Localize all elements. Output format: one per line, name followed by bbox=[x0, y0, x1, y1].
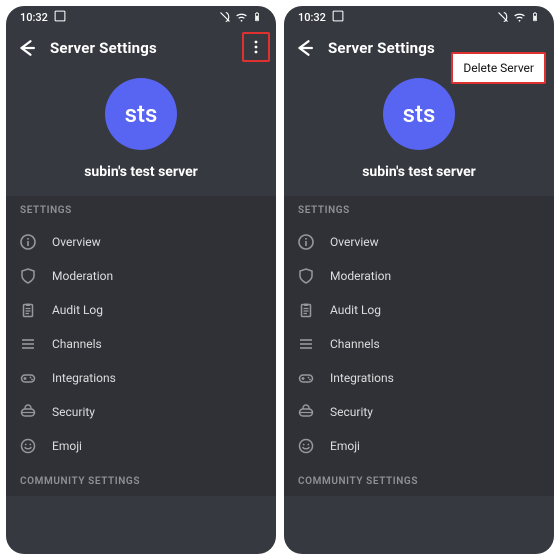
wifi-icon bbox=[235, 11, 248, 24]
page-title: Server Settings bbox=[328, 39, 435, 57]
status-bar: 10:32 bbox=[284, 6, 554, 28]
clipboard-icon bbox=[20, 302, 36, 318]
section-header-settings: SETTINGS bbox=[6, 196, 276, 225]
settings-item-channels[interactable]: Channels bbox=[6, 327, 276, 361]
item-label: Security bbox=[330, 405, 373, 419]
settings-item-audit-log[interactable]: Audit Log bbox=[284, 293, 554, 327]
info-icon bbox=[20, 234, 36, 250]
item-label: Integrations bbox=[52, 371, 116, 385]
item-label: Moderation bbox=[330, 269, 391, 283]
item-label: Emoji bbox=[330, 439, 360, 453]
wifi-icon bbox=[513, 11, 526, 24]
list-icon bbox=[298, 336, 314, 352]
settings-item-moderation[interactable]: Moderation bbox=[284, 259, 554, 293]
server-name: subin's test server bbox=[84, 164, 198, 180]
settings-item-overview[interactable]: Overview bbox=[6, 225, 276, 259]
clock: 10:32 bbox=[298, 11, 326, 24]
item-label: Channels bbox=[330, 337, 380, 351]
section-header-community: COMMUNITY SETTINGS bbox=[284, 467, 554, 496]
settings-item-integrations[interactable]: Integrations bbox=[284, 361, 554, 395]
section-header-settings: SETTINGS bbox=[284, 196, 554, 225]
status-bar: 10:32 bbox=[6, 6, 276, 28]
item-label: Integrations bbox=[330, 371, 394, 385]
clock: 10:32 bbox=[20, 11, 48, 24]
mute-icon bbox=[219, 11, 231, 23]
settings-item-emoji[interactable]: Emoji bbox=[6, 429, 276, 463]
server-header: sts subin's test server bbox=[6, 68, 276, 196]
server-header: sts subin's test server bbox=[284, 68, 554, 196]
shield-icon bbox=[298, 268, 314, 284]
item-label: Moderation bbox=[52, 269, 113, 283]
lock-icon bbox=[298, 404, 314, 420]
page-title: Server Settings bbox=[50, 39, 157, 57]
settings-item-overview[interactable]: Overview bbox=[284, 225, 554, 259]
server-avatar[interactable]: sts bbox=[383, 78, 455, 150]
server-name: subin's test server bbox=[362, 164, 476, 180]
info-icon bbox=[298, 234, 314, 250]
server-avatar[interactable]: sts bbox=[105, 78, 177, 150]
lock-icon bbox=[20, 404, 36, 420]
back-icon[interactable] bbox=[294, 38, 314, 58]
gamepad-icon bbox=[298, 370, 314, 386]
emoji-icon bbox=[298, 438, 314, 454]
list-icon bbox=[20, 336, 36, 352]
item-label: Audit Log bbox=[330, 303, 381, 317]
delete-server-menu-item[interactable]: Delete Server bbox=[451, 52, 546, 84]
mute-icon bbox=[497, 11, 509, 23]
settings-item-integrations[interactable]: Integrations bbox=[6, 361, 276, 395]
app-bar: Server Settings Delete Server bbox=[284, 28, 554, 68]
clipboard-icon bbox=[298, 302, 314, 318]
item-label: Audit Log bbox=[52, 303, 103, 317]
emoji-icon bbox=[20, 438, 36, 454]
phone-screen-left: 10:32 Server Settings sts subin's test s… bbox=[6, 6, 276, 554]
gamepad-icon bbox=[20, 370, 36, 386]
phone-screen-right: 10:32 Server Settings Delete Server sts … bbox=[284, 6, 554, 554]
item-label: Security bbox=[52, 405, 95, 419]
app-bar: Server Settings bbox=[6, 28, 276, 68]
settings-item-moderation[interactable]: Moderation bbox=[6, 259, 276, 293]
settings-item-emoji[interactable]: Emoji bbox=[284, 429, 554, 463]
section-header-community: COMMUNITY SETTINGS bbox=[6, 467, 276, 496]
item-label: Channels bbox=[52, 337, 102, 351]
avatar-initials: sts bbox=[403, 100, 436, 128]
settings-item-channels[interactable]: Channels bbox=[284, 327, 554, 361]
more-button[interactable] bbox=[242, 32, 270, 62]
back-icon[interactable] bbox=[16, 38, 36, 58]
screenshot-icon bbox=[54, 10, 66, 25]
settings-item-audit-log[interactable]: Audit Log bbox=[6, 293, 276, 327]
item-label: Emoji bbox=[52, 439, 82, 453]
settings-item-security[interactable]: Security bbox=[6, 395, 276, 429]
screenshot-icon bbox=[332, 10, 344, 25]
avatar-initials: sts bbox=[125, 100, 158, 128]
item-label: Overview bbox=[330, 235, 379, 249]
settings-item-security[interactable]: Security bbox=[284, 395, 554, 429]
item-label: Overview bbox=[52, 235, 101, 249]
delete-server-label: Delete Server bbox=[463, 61, 534, 75]
shield-icon bbox=[20, 268, 36, 284]
battery-icon bbox=[530, 10, 540, 24]
battery-icon bbox=[252, 10, 262, 24]
